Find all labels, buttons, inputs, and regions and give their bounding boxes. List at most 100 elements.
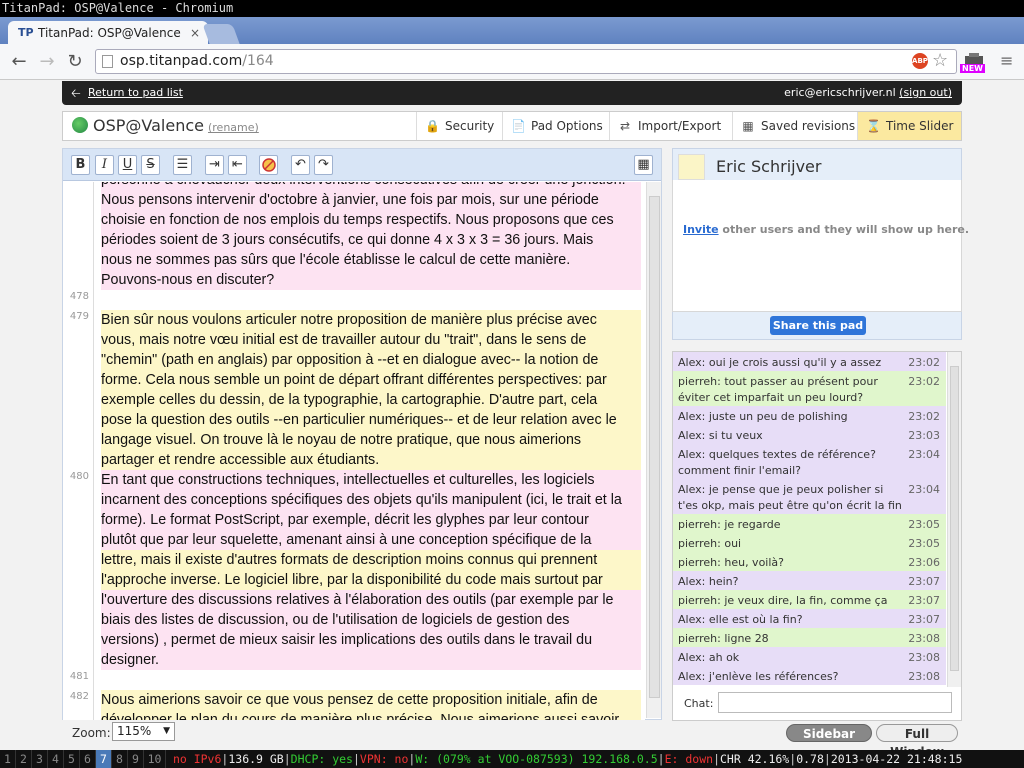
chat-message-text: pierreh: tout passer au présent pour évi… [678, 375, 878, 404]
return-to-pad-list-link[interactable]: Return to pad list [88, 81, 183, 105]
bold-button[interactable]: B [71, 155, 90, 175]
bullet-list-icon[interactable]: ☰ [173, 155, 192, 175]
extension-icon[interactable]: NEW [960, 52, 988, 76]
import-export-button[interactable]: ⇄ Import/Export [609, 112, 732, 140]
chat-message-text: Alex: juste un peu de polishing [678, 410, 848, 423]
sidebar-toggle-button[interactable]: Sidebar [786, 724, 872, 742]
tab-close-icon[interactable]: × [190, 21, 200, 45]
workspace-button[interactable]: 7 [96, 750, 112, 768]
document-text-area[interactable]: personne à chevaucher deux interventions… [93, 182, 645, 720]
invite-text-rest: other users and they will show up here. [718, 223, 970, 236]
security-button[interactable]: 🔒 Security [416, 112, 502, 140]
disk-space: 136.9 GB [228, 752, 284, 766]
chat-message: Alex: elle est où la fin? 23:07 [673, 609, 946, 628]
line-number: 478 [69, 291, 89, 302]
system-status-bar: 1 2 3 4 5 6 7 8 9 10 no IPv6|136.9 GB|DHCP: yes|V… [0, 750, 1024, 768]
indent-icon[interactable]: ⇥ [205, 155, 224, 175]
saved-revisions-label: Saved revisions [761, 119, 856, 133]
address-bar[interactable]: osp.titanpad.com/164 [95, 49, 957, 74]
editor-scrollbar[interactable] [646, 182, 661, 718]
chat-message-text: Alex: hein? [678, 575, 739, 588]
chat-label: Chat: [684, 697, 714, 710]
import-export-label: Import/Export [638, 119, 722, 133]
browser-tab[interactable]: TP TitanPad: OSP@Valence × [8, 21, 208, 45]
rename-link[interactable]: (rename) [208, 121, 259, 134]
save-revision-icon[interactable]: ▦ [634, 155, 653, 175]
chat-message: Alex: oui je crois aussi qu'il y a assez… [673, 352, 946, 371]
text-line: En tant que constructions techniques, in… [101, 470, 641, 490]
time-slider-button[interactable]: ⌛ Time Slider [857, 112, 961, 140]
workspace-button[interactable]: 1 [0, 750, 16, 768]
strikethrough-button[interactable]: S [141, 155, 160, 175]
chat-message-time: 23:08 [908, 670, 940, 683]
chat-message-text: pierreh: ligne 28 [678, 632, 769, 645]
paragraph: Bien sûr nous voulons articuler notre pr… [101, 310, 641, 470]
user-name[interactable]: Eric Schrijver [716, 157, 821, 176]
chat-scrollbar[interactable] [947, 352, 961, 687]
text-line: versions) , permet de mieux saisir les i… [101, 630, 641, 650]
text-line: lettre, mais il existe d'autres formats … [101, 550, 641, 570]
tab-title: TitanPad: OSP@Valence [38, 26, 181, 40]
user-color-swatch[interactable] [678, 154, 705, 180]
text-line: l'approche inverse. Le logiciel libre, p… [101, 570, 641, 590]
saved-revisions-button[interactable]: ▦ Saved revisions [732, 112, 857, 140]
bookmark-star-icon[interactable]: ☆ [932, 50, 948, 71]
zoom-select[interactable]: 115% ▼ [112, 722, 175, 741]
window-title: TitanPad: OSP@Valence - Chromium [2, 1, 234, 15]
paragraph: Nous aimerions savoir ce que vous pensez… [101, 690, 641, 720]
workspace-button[interactable]: 5 [64, 750, 80, 768]
full-window-button[interactable]: Full Window [876, 724, 958, 759]
text-line: incarnent des conceptions spécifiques de… [101, 490, 641, 510]
workspace-button[interactable]: 8 [112, 750, 128, 768]
chat-message: pierreh: je regarde 23:05 [673, 514, 946, 533]
forward-arrow-icon[interactable]: → [36, 51, 58, 73]
text-line: Nous pensons intervenir d'octobre à janv… [101, 190, 641, 210]
text-line: plutôt que par leur squelette, amenant a… [101, 530, 641, 550]
workspace-button[interactable]: 9 [128, 750, 144, 768]
workspace-button[interactable]: 6 [80, 750, 96, 768]
pad-title-area: OSP@Valence (rename) [72, 115, 259, 139]
pad-options-button[interactable]: 📄 Pad Options [502, 112, 609, 140]
italic-button[interactable]: I [95, 155, 114, 175]
reload-icon[interactable]: ↻ [64, 51, 86, 73]
chat-message-list: Alex: oui je crois aussi qu'il y a assez… [673, 352, 946, 687]
text-line: Nous aimerions savoir ce que vous pensez… [101, 690, 641, 710]
workspace-button[interactable]: 2 [16, 750, 32, 768]
document-icon: 📄 [511, 119, 526, 133]
back-arrow-icon[interactable]: ← [8, 51, 30, 73]
adblock-icon[interactable]: ABP [912, 53, 928, 69]
scrollbar-thumb[interactable] [950, 366, 959, 671]
chat-message: pierreh: tout passer au présent pour évi… [673, 371, 946, 406]
text-line: développer le plan du cours de manière p… [101, 710, 641, 720]
battery-status: CHR 42.16% [720, 752, 790, 766]
workspace-button[interactable]: 10 [144, 750, 166, 768]
window-title-bar: TitanPad: OSP@Valence - Chromium [0, 0, 1024, 17]
chat-message-time: 23:07 [908, 575, 940, 588]
text-line: l'ouverture des discussions relatives à … [101, 590, 641, 610]
workspace-button[interactable]: 3 [32, 750, 48, 768]
text-line: personne à chevaucher deux interventions… [101, 182, 641, 190]
text-line: forme). Le format PostScript, par exempl… [101, 510, 641, 530]
chat-input[interactable] [718, 692, 952, 713]
workspace-button[interactable]: 4 [48, 750, 64, 768]
chat-message-time: 23:02 [908, 375, 940, 388]
chat-message-text: Alex: j'enlève les références? [678, 670, 839, 683]
outdent-icon[interactable]: ⇤ [228, 155, 247, 175]
scrollbar-thumb[interactable] [649, 196, 660, 698]
underline-button[interactable]: U [118, 155, 137, 175]
sign-out-link[interactable]: (sign out) [899, 86, 952, 99]
lock-icon: 🔒 [425, 119, 440, 133]
undo-icon[interactable]: ↶ [291, 155, 310, 175]
text-line: vous, mais notre vœu initial est de trav… [101, 330, 641, 350]
share-pad-button[interactable]: Share this pad [770, 316, 866, 335]
paragraph: personne à chevaucher deux interventions… [101, 182, 641, 290]
browser-menu-icon[interactable]: ≡ [1000, 53, 1014, 69]
redo-icon[interactable]: ↷ [314, 155, 333, 175]
titanpad-favicon-icon: TP [18, 26, 34, 39]
chat-message-time: 23:08 [908, 632, 940, 645]
chat-message-text: pierreh: je regarde [678, 518, 781, 531]
text-line: pose la question des outils --en particu… [101, 410, 641, 430]
chat-message: Alex: quelques textes de référence? comm… [673, 444, 946, 479]
clear-authorship-icon[interactable] [259, 155, 278, 175]
invite-link[interactable]: Invite [683, 223, 719, 236]
